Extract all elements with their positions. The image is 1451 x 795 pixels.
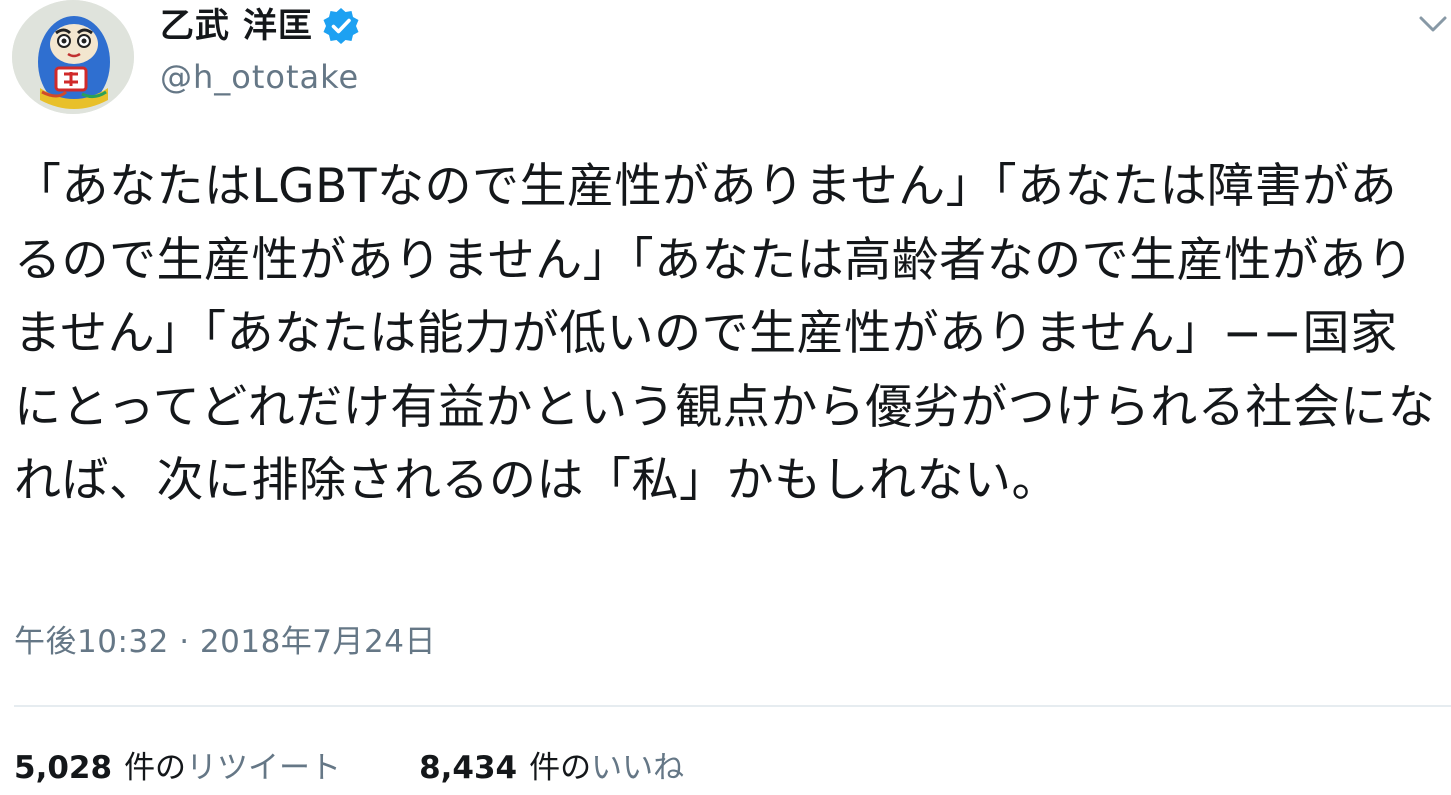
display-name[interactable]: 乙武 洋匡 xyxy=(160,2,313,50)
tweet-text: 「あなたはLGBTなので生産性がありません」「あなたは障害があるので生産性があり… xyxy=(14,159,1436,508)
like-count-unit: 件の xyxy=(529,750,592,786)
retweet-label: リツイート xyxy=(186,750,342,786)
like-count[interactable]: 8,434 件の いいね xyxy=(419,745,684,791)
retweet-count-number: 5,028 xyxy=(14,750,113,786)
author-block: 乙武 洋匡 @h_ototake xyxy=(160,0,361,110)
like-label: いいね xyxy=(591,750,685,786)
divider xyxy=(14,705,1451,707)
retweet-count-unit: 件の xyxy=(124,750,187,786)
like-count-number: 8,434 xyxy=(419,750,518,786)
retweet-count[interactable]: 5,028 件の リツイート xyxy=(14,745,341,791)
daruma-avatar-image xyxy=(12,0,134,114)
display-name-row: 乙武 洋匡 xyxy=(160,2,361,50)
chevron-down-icon[interactable] xyxy=(1417,8,1449,40)
verified-badge-icon xyxy=(321,6,361,46)
avatar[interactable] xyxy=(12,0,134,114)
engagement-stats: 5,028 件の リツイート 8,434 件の いいね xyxy=(14,745,684,791)
timestamp[interactable]: 午後10:32 · 2018年7月24日 xyxy=(14,620,436,664)
handle[interactable]: @h_ototake xyxy=(160,52,361,102)
tweet-card: 乙武 洋匡 @h_ototake 「あなたはLGBTなので生産性がありません」「… xyxy=(0,0,1451,795)
